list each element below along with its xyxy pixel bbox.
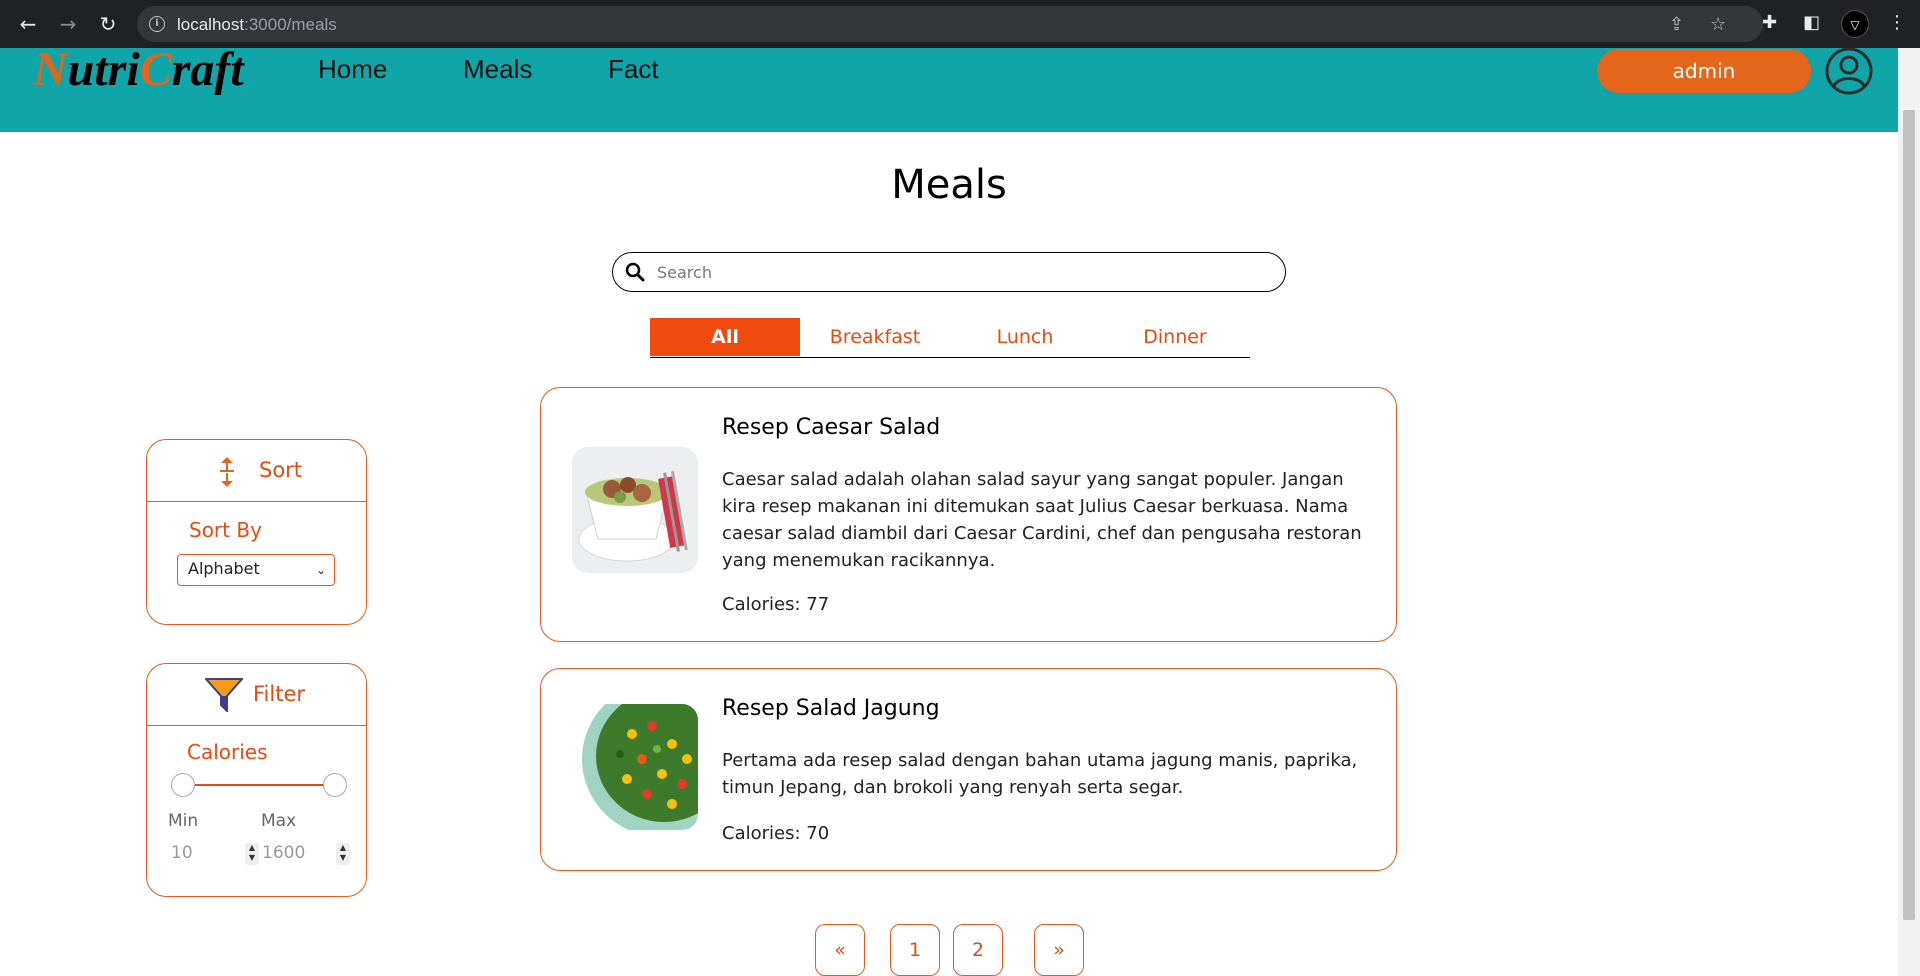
calories-min-handle[interactable] — [171, 773, 195, 797]
sort-selected-value: Alphabet — [188, 559, 260, 578]
sort-select[interactable]: Alphabet ⌄ — [177, 554, 335, 586]
filter-panel-header: Filter — [147, 664, 366, 726]
meal-calories: Calories: 70 — [722, 823, 830, 844]
filter-panel: Filter Calories Min Max 10 ▲ ▼ 1600 ▲ ▼ — [146, 663, 367, 897]
meal-card[interactable]: Resep Salad Jagung Pertama ada resep sal… — [540, 668, 1397, 871]
share-icon[interactable]: ⇪ — [1669, 14, 1684, 35]
site-info-icon[interactable]: i — [149, 16, 165, 32]
nav-meals[interactable]: Meals — [463, 54, 532, 85]
meal-type-tabs: All Breakfast Lunch Dinner — [650, 318, 1250, 358]
sort-icon — [220, 457, 234, 487]
profile-icon[interactable]: ▽ — [1841, 10, 1869, 38]
meal-title[interactable]: Resep Caesar Salad — [722, 415, 940, 440]
calories-min-value: 10 — [171, 843, 193, 863]
filter-funnel-icon — [205, 678, 243, 712]
calories-max-value: 1600 — [262, 843, 306, 863]
user-button[interactable]: admin — [1597, 49, 1811, 93]
tab-breakfast[interactable]: Breakfast — [800, 318, 950, 356]
menu-icon[interactable]: ⋮ — [1888, 12, 1906, 33]
side-panel-icon[interactable]: ◧ — [1803, 12, 1820, 33]
filter-title: Filter — [253, 682, 306, 706]
tab-all[interactable]: All — [650, 318, 800, 356]
tab-dinner[interactable]: Dinner — [1100, 318, 1250, 356]
page-scrollbar[interactable] — [1898, 48, 1920, 976]
extensions-icon[interactable]: ✚ — [1762, 12, 1777, 33]
search-icon — [625, 262, 645, 282]
meal-calories: Calories: 77 — [722, 594, 830, 615]
search-bar[interactable] — [612, 252, 1286, 292]
forward-icon[interactable]: → — [56, 12, 80, 36]
meal-image-caesar-salad — [572, 447, 698, 573]
logo[interactable]: NutriCraft — [33, 48, 244, 97]
chevron-down-icon: ⌄ — [315, 563, 326, 577]
spinner-icon[interactable]: ▲ ▼ — [336, 843, 350, 865]
sort-panel: Sort Sort By Alphabet ⌄ — [146, 439, 367, 625]
calories-max-input[interactable]: 1600 ▲ ▼ — [262, 839, 350, 867]
reload-icon[interactable]: ↻ — [96, 12, 120, 36]
page-viewport: NutriCraft Home Meals Fact admin Meals A… — [0, 48, 1898, 976]
tab-lunch[interactable]: Lunch — [950, 318, 1100, 356]
pagination-page-2[interactable]: 2 — [953, 924, 1003, 976]
meal-title[interactable]: Resep Salad Jagung — [722, 696, 940, 721]
url-text: localhost:3000/meals — [177, 15, 337, 34]
back-icon[interactable]: ← — [16, 12, 40, 36]
min-label: Min — [168, 811, 199, 831]
calories-min-input[interactable]: 10 ▲ ▼ — [171, 839, 259, 867]
max-label: Max — [261, 811, 297, 831]
calories-range-track — [183, 784, 335, 786]
sort-title: Sort — [259, 458, 303, 482]
pagination-page-1[interactable]: 1 — [890, 924, 940, 976]
browser-toolbar: ← → ↻ i localhost:3000/meals ⇪ ☆ ✚ ◧ ▽ ⋮ — [0, 0, 1920, 48]
sort-by-label: Sort By — [189, 518, 262, 542]
scrollbar-thumb[interactable] — [1903, 110, 1915, 920]
spinner-icon[interactable]: ▲ ▼ — [245, 843, 259, 865]
search-input[interactable] — [657, 261, 1267, 283]
bookmark-star-icon[interactable]: ☆ — [1710, 14, 1726, 35]
nav-fact[interactable]: Fact — [608, 54, 659, 85]
site-header: NutriCraft Home Meals Fact admin — [0, 48, 1898, 132]
address-bar[interactable]: i localhost:3000/meals ⇪ ☆ — [137, 6, 1763, 42]
pagination-prev-button[interactable]: « — [815, 924, 865, 976]
calories-max-handle[interactable] — [323, 773, 347, 797]
meal-image-salad-jagung — [572, 704, 698, 830]
nav-home[interactable]: Home — [318, 54, 387, 85]
meal-description: Caesar salad adalah olahan salad sayur y… — [722, 469, 1362, 571]
sort-panel-header: Sort — [147, 440, 366, 502]
page-title: Meals — [891, 162, 1007, 208]
meal-description: Pertama ada resep salad dengan bahan uta… — [722, 750, 1358, 798]
user-avatar-icon[interactable] — [1824, 48, 1874, 96]
meal-card[interactable]: Resep Caesar Salad Caesar salad adalah o… — [540, 387, 1397, 642]
calories-label: Calories — [187, 740, 268, 764]
pagination-next-button[interactable]: » — [1034, 924, 1084, 976]
